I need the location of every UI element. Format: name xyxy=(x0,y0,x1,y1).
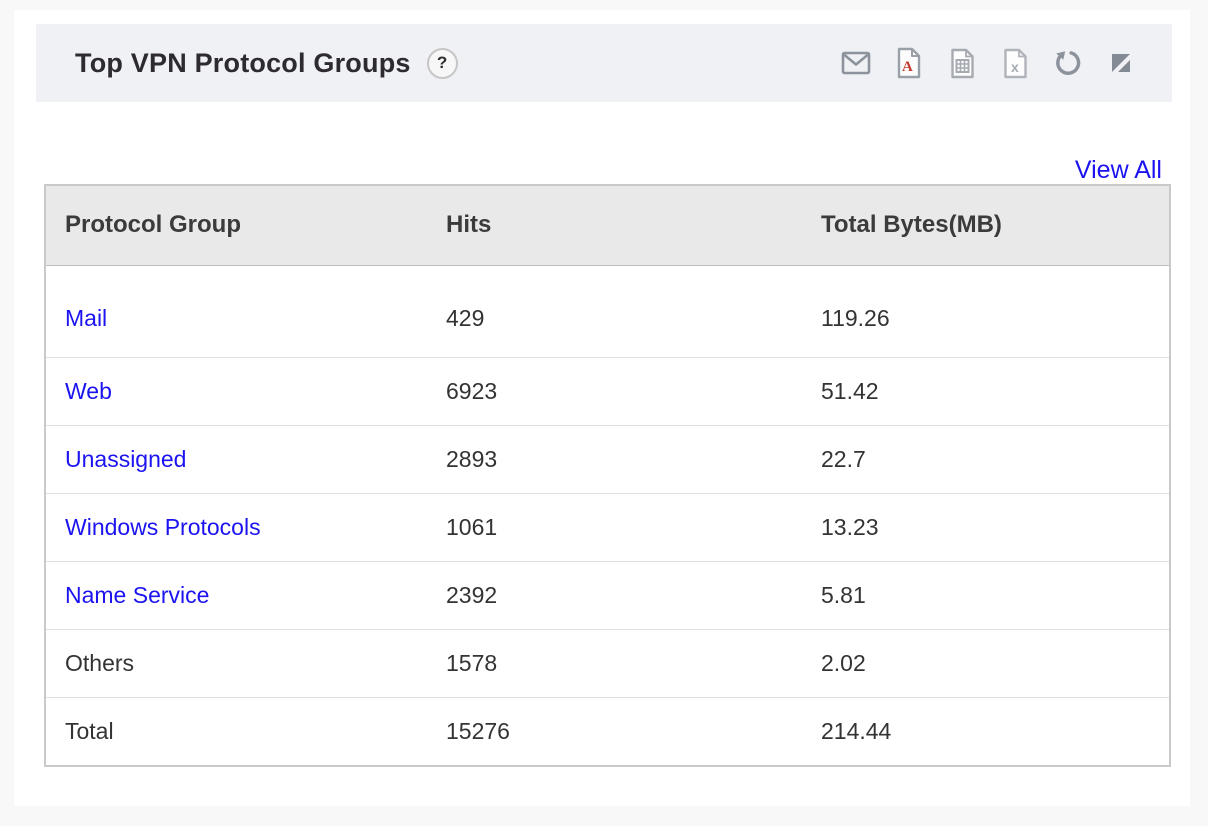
table-row: Others 1578 2.02 xyxy=(46,629,1169,697)
protocol-group-cell: Total xyxy=(46,697,446,765)
page: { "widget": { "title": "Top VPN Protocol… xyxy=(0,0,1208,826)
total-bytes-cell: 5.81 xyxy=(821,561,1169,629)
widget-card: Top VPN Protocol Groups ? A xyxy=(14,10,1190,806)
column-header-protocol-group: Protocol Group xyxy=(46,186,446,265)
email-icon xyxy=(841,50,871,76)
protocol-group-text: Others xyxy=(65,650,134,676)
svg-text:A: A xyxy=(902,59,913,75)
protocol-group-link[interactable]: Windows Protocols xyxy=(65,514,261,540)
table-row: Total 15276 214.44 xyxy=(46,697,1169,765)
resize-icon xyxy=(1110,52,1132,74)
hits-cell: 15276 xyxy=(446,697,821,765)
protocol-group-link[interactable]: Unassigned xyxy=(65,446,186,472)
hits-cell: 429 xyxy=(446,265,821,357)
viewall-row: View All xyxy=(1075,156,1162,185)
total-bytes-cell: 22.7 xyxy=(821,425,1169,493)
total-bytes-cell: 13.23 xyxy=(821,493,1169,561)
refresh-icon xyxy=(1053,48,1083,78)
protocol-group-text: Total xyxy=(65,718,114,744)
table-header-row: Protocol Group Hits Total Bytes(MB) xyxy=(46,186,1169,265)
protocol-group-cell: Mail xyxy=(46,265,446,357)
hits-cell: 6923 xyxy=(446,357,821,425)
widget-header: Top VPN Protocol Groups ? A xyxy=(36,24,1172,102)
table-row: Name Service 2392 5.81 xyxy=(46,561,1169,629)
table-row: Unassigned 2893 22.7 xyxy=(46,425,1169,493)
protocol-group-link[interactable]: Web xyxy=(65,378,112,404)
protocol-group-cell: Others xyxy=(46,629,446,697)
protocol-group-cell: Windows Protocols xyxy=(46,493,446,561)
total-bytes-cell: 214.44 xyxy=(821,697,1169,765)
hits-cell: 2392 xyxy=(446,561,821,629)
table-row: Mail 429 119.26 xyxy=(46,265,1169,357)
csv-export-icon xyxy=(950,48,975,79)
help-icon[interactable]: ? xyxy=(427,48,458,79)
protocol-group-cell: Name Service xyxy=(46,561,446,629)
excel-export-button[interactable]: x xyxy=(1000,47,1030,79)
protocol-group-link[interactable]: Name Service xyxy=(65,582,209,608)
resize-button[interactable] xyxy=(1106,47,1136,79)
column-header-total-bytes: Total Bytes(MB) xyxy=(821,186,1169,265)
pdf-export-button[interactable]: A xyxy=(894,47,924,79)
column-header-hits: Hits xyxy=(446,186,821,265)
protocol-table: Protocol Group Hits Total Bytes(MB) Mail… xyxy=(46,186,1169,765)
email-button[interactable] xyxy=(841,47,871,79)
table-row: Windows Protocols 1061 13.23 xyxy=(46,493,1169,561)
protocol-group-cell: Unassigned xyxy=(46,425,446,493)
refresh-button[interactable] xyxy=(1053,47,1083,79)
title-wrap: Top VPN Protocol Groups ? xyxy=(75,48,458,79)
widget-title: Top VPN Protocol Groups xyxy=(75,48,411,79)
hits-cell: 1578 xyxy=(446,629,821,697)
csv-export-button[interactable] xyxy=(947,47,977,79)
hits-cell: 1061 xyxy=(446,493,821,561)
table-row: Web 6923 51.42 xyxy=(46,357,1169,425)
total-bytes-cell: 119.26 xyxy=(821,265,1169,357)
total-bytes-cell: 2.02 xyxy=(821,629,1169,697)
protocol-table-wrap: Protocol Group Hits Total Bytes(MB) Mail… xyxy=(44,184,1171,767)
view-all-link[interactable]: View All xyxy=(1075,156,1162,184)
hits-cell: 2893 xyxy=(446,425,821,493)
toolbar: A x xyxy=(841,47,1136,79)
protocol-group-cell: Web xyxy=(46,357,446,425)
pdf-export-icon: A xyxy=(896,47,922,79)
svg-text:x: x xyxy=(1011,59,1019,75)
table-head: Protocol Group Hits Total Bytes(MB) xyxy=(46,186,1169,265)
protocol-group-link[interactable]: Mail xyxy=(65,305,107,331)
excel-export-icon: x xyxy=(1003,48,1028,79)
table-body: Mail 429 119.26 Web 6923 51.42 Unassigne… xyxy=(46,265,1169,765)
total-bytes-cell: 51.42 xyxy=(821,357,1169,425)
